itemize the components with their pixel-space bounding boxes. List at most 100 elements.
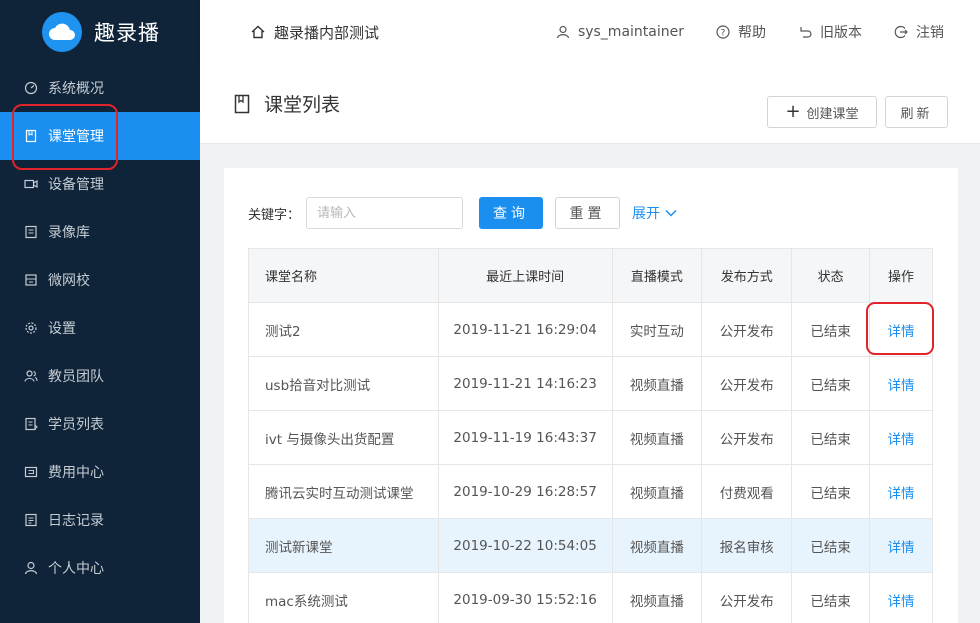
expand-label: 展开 <box>632 206 661 222</box>
create-classroom-label: 创建课堂 <box>806 106 859 122</box>
old-version-link[interactable]: 旧版本 <box>798 22 862 42</box>
logout-link[interactable]: 注销 <box>894 22 944 42</box>
sidebar-item-devices[interactable]: 设备管理 <box>0 160 200 208</box>
cell-name: usb拾音对比测试 <box>248 356 439 411</box>
user-icon <box>556 25 570 39</box>
cell-time: 2019-10-29 16:28:57 <box>437 464 613 519</box>
cell-name: mac系统测试 <box>248 572 439 623</box>
cell-mode: 视频直播 <box>611 464 703 519</box>
team-icon <box>24 369 38 383</box>
detail-link[interactable]: 详情 <box>888 594 915 610</box>
sidebar-item-label: 学员列表 <box>48 417 104 433</box>
table-header-row: 课堂名称 最近上课时间 直播模式 发布方式 状态 操作 <box>248 248 933 303</box>
cell-time: 2019-11-19 16:43:37 <box>437 410 613 465</box>
sidebar-item-billing[interactable]: 费用中心 <box>0 448 200 496</box>
undo-icon <box>800 27 812 38</box>
old-version-label: 旧版本 <box>820 25 862 41</box>
cell-status: 已结束 <box>791 518 871 573</box>
sidebar-item-label: 费用中心 <box>48 465 104 481</box>
folder-icon <box>24 225 38 239</box>
chevron-down-icon <box>665 209 677 217</box>
help-link[interactable]: ? 帮助 <box>716 22 766 42</box>
detail-link[interactable]: 详情 <box>888 432 915 448</box>
detail-link[interactable]: 详情 <box>888 324 915 340</box>
sidebar-item-label: 设置 <box>48 321 76 337</box>
create-classroom-button[interactable]: + 创建课堂 <box>767 96 877 128</box>
cell-publish: 付费观看 <box>701 464 793 519</box>
header-action: 操作 <box>869 248 933 303</box>
detail-link[interactable]: 详情 <box>888 378 915 394</box>
table-row: ivt 与摄像头出货配置 2019-11-19 16:43:37 视频直播 公开… <box>248 410 933 465</box>
dashboard-icon <box>24 81 38 95</box>
camera-icon <box>24 177 38 191</box>
breadcrumb[interactable]: 趣录播内部测试 <box>250 22 379 43</box>
classroom-list-card: 关键字： 查询 重置 展开 课堂名称 最近上课时间 直播模式 发布方式 状态 操… <box>224 168 958 623</box>
student-list-icon <box>24 417 38 431</box>
sidebar-item-label: 微网校 <box>48 273 90 289</box>
sidebar: 趣录播 系统概况 课堂管理 设备管理 录像库 微网校 设置 教员团队 学员列表 … <box>0 0 200 623</box>
header-name: 课堂名称 <box>248 248 439 303</box>
detail-link[interactable]: 详情 <box>888 486 915 502</box>
sidebar-item-logs[interactable]: 日志记录 <box>0 496 200 544</box>
sidebar-item-label: 教员团队 <box>48 369 104 385</box>
cell-name: 测试2 <box>248 302 439 357</box>
cell-name: 腾讯云实时互动测试课堂 <box>248 464 439 519</box>
table-row-hovered: 测试新课堂 2019-10-22 10:54:05 视频直播 报名审核 已结束 … <box>248 518 933 573</box>
sidebar-item-profile[interactable]: 个人中心 <box>0 544 200 592</box>
user-menu[interactable]: sys_maintainer <box>556 24 684 40</box>
filter-bar: 关键字： 查询 重置 展开 <box>248 197 677 229</box>
cell-time: 2019-11-21 16:29:04 <box>437 302 613 357</box>
reset-button[interactable]: 重置 <box>555 197 621 229</box>
table-row: mac系统测试 2019-09-30 15:52:16 视频直播 公开发布 已结… <box>248 572 933 623</box>
header-time: 最近上课时间 <box>437 248 613 303</box>
header-mode: 直播模式 <box>611 248 703 303</box>
cell-name: 测试新课堂 <box>248 518 439 573</box>
detail-link[interactable]: 详情 <box>888 540 915 556</box>
page-title: 课堂列表 <box>234 90 340 117</box>
cell-mode: 视频直播 <box>611 356 703 411</box>
cell-status: 已结束 <box>791 410 871 465</box>
cell-mode: 视频直播 <box>611 518 703 573</box>
sidebar-item-microschool[interactable]: 微网校 <box>0 256 200 304</box>
expand-toggle[interactable]: 展开 <box>632 203 677 223</box>
query-button[interactable]: 查询 <box>479 197 544 229</box>
cell-mode: 视频直播 <box>611 410 703 465</box>
help-icon: ? <box>716 25 730 39</box>
classroom-table: 课堂名称 最近上课时间 直播模式 发布方式 状态 操作 测试2 2019-11-… <box>248 248 933 623</box>
gear-icon <box>24 321 38 335</box>
sidebar-item-students[interactable]: 学员列表 <box>0 400 200 448</box>
table-row: 腾讯云实时互动测试课堂 2019-10-29 16:28:57 视频直播 付费观… <box>248 464 933 519</box>
brand-name: 趣录播 <box>94 21 160 45</box>
sidebar-item-label: 设备管理 <box>48 177 104 193</box>
sidebar-item-label: 系统概况 <box>48 81 104 97</box>
brand: 趣录播 <box>0 0 200 64</box>
svg-text:?: ? <box>721 29 726 39</box>
plus-icon: + <box>785 101 801 122</box>
cell-publish: 公开发布 <box>701 410 793 465</box>
book-icon <box>24 129 38 143</box>
sidebar-item-label: 日志记录 <box>48 513 104 529</box>
header-publish: 发布方式 <box>701 248 793 303</box>
page-title-label: 课堂列表 <box>264 94 341 116</box>
sidebar-item-settings[interactable]: 设置 <box>0 304 200 352</box>
keyword-label: 关键字： <box>248 207 301 223</box>
cloud-logo-icon <box>42 12 82 52</box>
sidebar-item-teachers[interactable]: 教员团队 <box>0 352 200 400</box>
cell-publish: 报名审核 <box>701 518 793 573</box>
refresh-button[interactable]: 刷新 <box>885 96 948 128</box>
home-icon <box>251 25 265 39</box>
cell-status: 已结束 <box>791 302 871 357</box>
cell-publish: 公开发布 <box>701 356 793 411</box>
sidebar-item-overview[interactable]: 系统概况 <box>0 64 200 112</box>
keyword-input[interactable] <box>306 197 464 229</box>
cell-publish: 公开发布 <box>701 572 793 623</box>
sidebar-item-classroom[interactable]: 课堂管理 <box>0 112 200 160</box>
table-row: 测试2 2019-11-21 16:29:04 实时互动 公开发布 已结束 详情 <box>248 302 933 357</box>
help-label: 帮助 <box>738 25 766 41</box>
sidebar-item-label: 个人中心 <box>48 561 104 577</box>
cell-mode: 实时互动 <box>611 302 703 357</box>
topbar: 趣录播内部测试 sys_maintainer ? 帮助 旧版本 注销 <box>200 0 980 64</box>
cell-status: 已结束 <box>791 572 871 623</box>
sidebar-item-recordings[interactable]: 录像库 <box>0 208 200 256</box>
log-icon <box>24 513 38 527</box>
